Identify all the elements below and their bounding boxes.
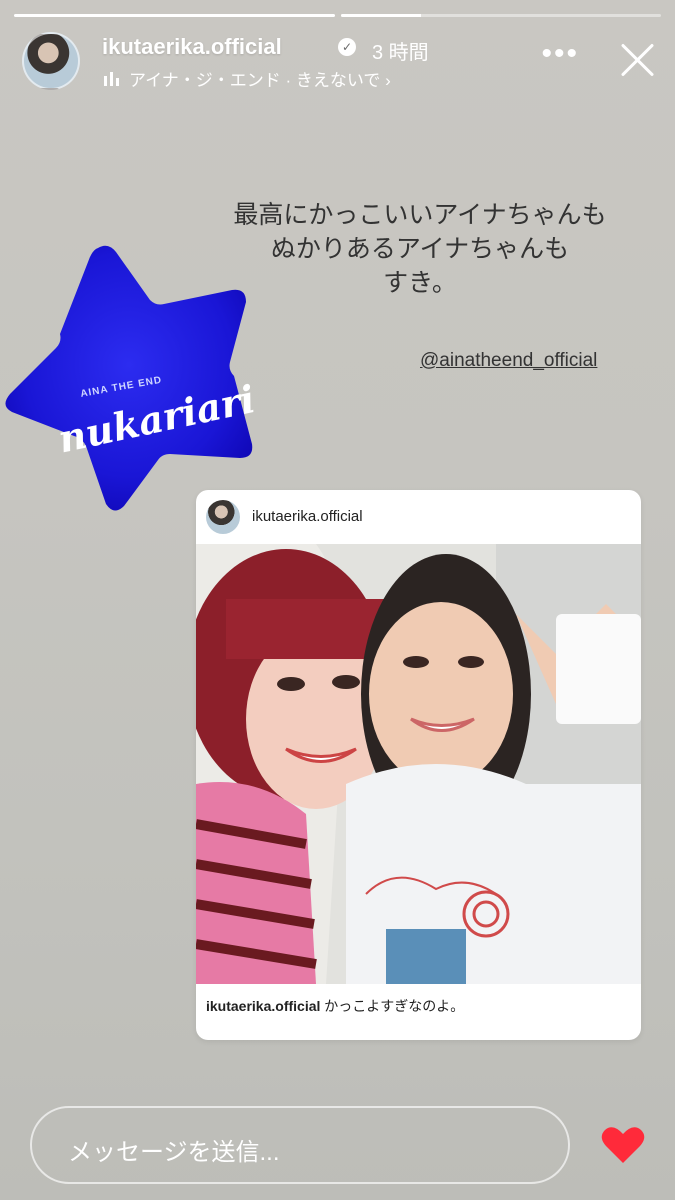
post-caption-text: かっこよすぎなのよ。: [320, 998, 465, 1014]
verified-check-icon: ✓: [338, 38, 356, 56]
caption-line-1: 最高にかっこいいアイナちゃんも: [233, 201, 607, 229]
message-placeholder: メッセージを送信...: [68, 1139, 280, 1166]
mention-link[interactable]: @ainatheend_official: [420, 350, 597, 372]
caption-line-2: ぬかりあるアイナちゃんも: [270, 235, 570, 263]
close-icon[interactable]: [617, 40, 657, 80]
caption-line-3: すき。: [383, 269, 457, 297]
post-username: ikutaerika.official: [252, 508, 363, 525]
progress-segment-1: [14, 14, 335, 17]
story-caption: 最高にかっこいいアイナちゃんも ぬかりあるアイナちゃんも すき。: [200, 198, 640, 300]
music-bars-icon: [104, 71, 119, 86]
post-time: 3 時間: [372, 42, 429, 64]
progress-segment-2: [340, 14, 661, 17]
message-input[interactable]: メッセージを送信...: [30, 1106, 570, 1184]
post-caption-user: ikutaerika.official: [206, 998, 321, 1014]
story-progress: [14, 14, 661, 17]
music-info[interactable]: アイナ・ジ・エンド · きえないで ›: [104, 66, 391, 91]
post-header: ikutaerika.official: [196, 490, 641, 544]
story-header: ikutaerika.official ✓ 3 時間 アイナ・ジ・エンド · き…: [22, 30, 657, 90]
music-label: アイナ・ジ・エンド · きえないで ›: [129, 71, 391, 90]
post-photo: [196, 544, 641, 984]
more-options-icon[interactable]: •••: [541, 39, 579, 69]
shared-post-card[interactable]: ikutaerika.official ikutaerika.official …: [196, 490, 641, 1040]
avatar[interactable]: [22, 32, 80, 90]
heart-icon[interactable]: [600, 1125, 646, 1165]
username[interactable]: ikutaerika.official: [102, 34, 282, 60]
post-caption: ikutaerika.official かっこよすぎなのよ。: [206, 996, 464, 1016]
post-avatar: [206, 500, 240, 534]
star-sticker: AINA THE END nukariari: [0, 238, 259, 513]
